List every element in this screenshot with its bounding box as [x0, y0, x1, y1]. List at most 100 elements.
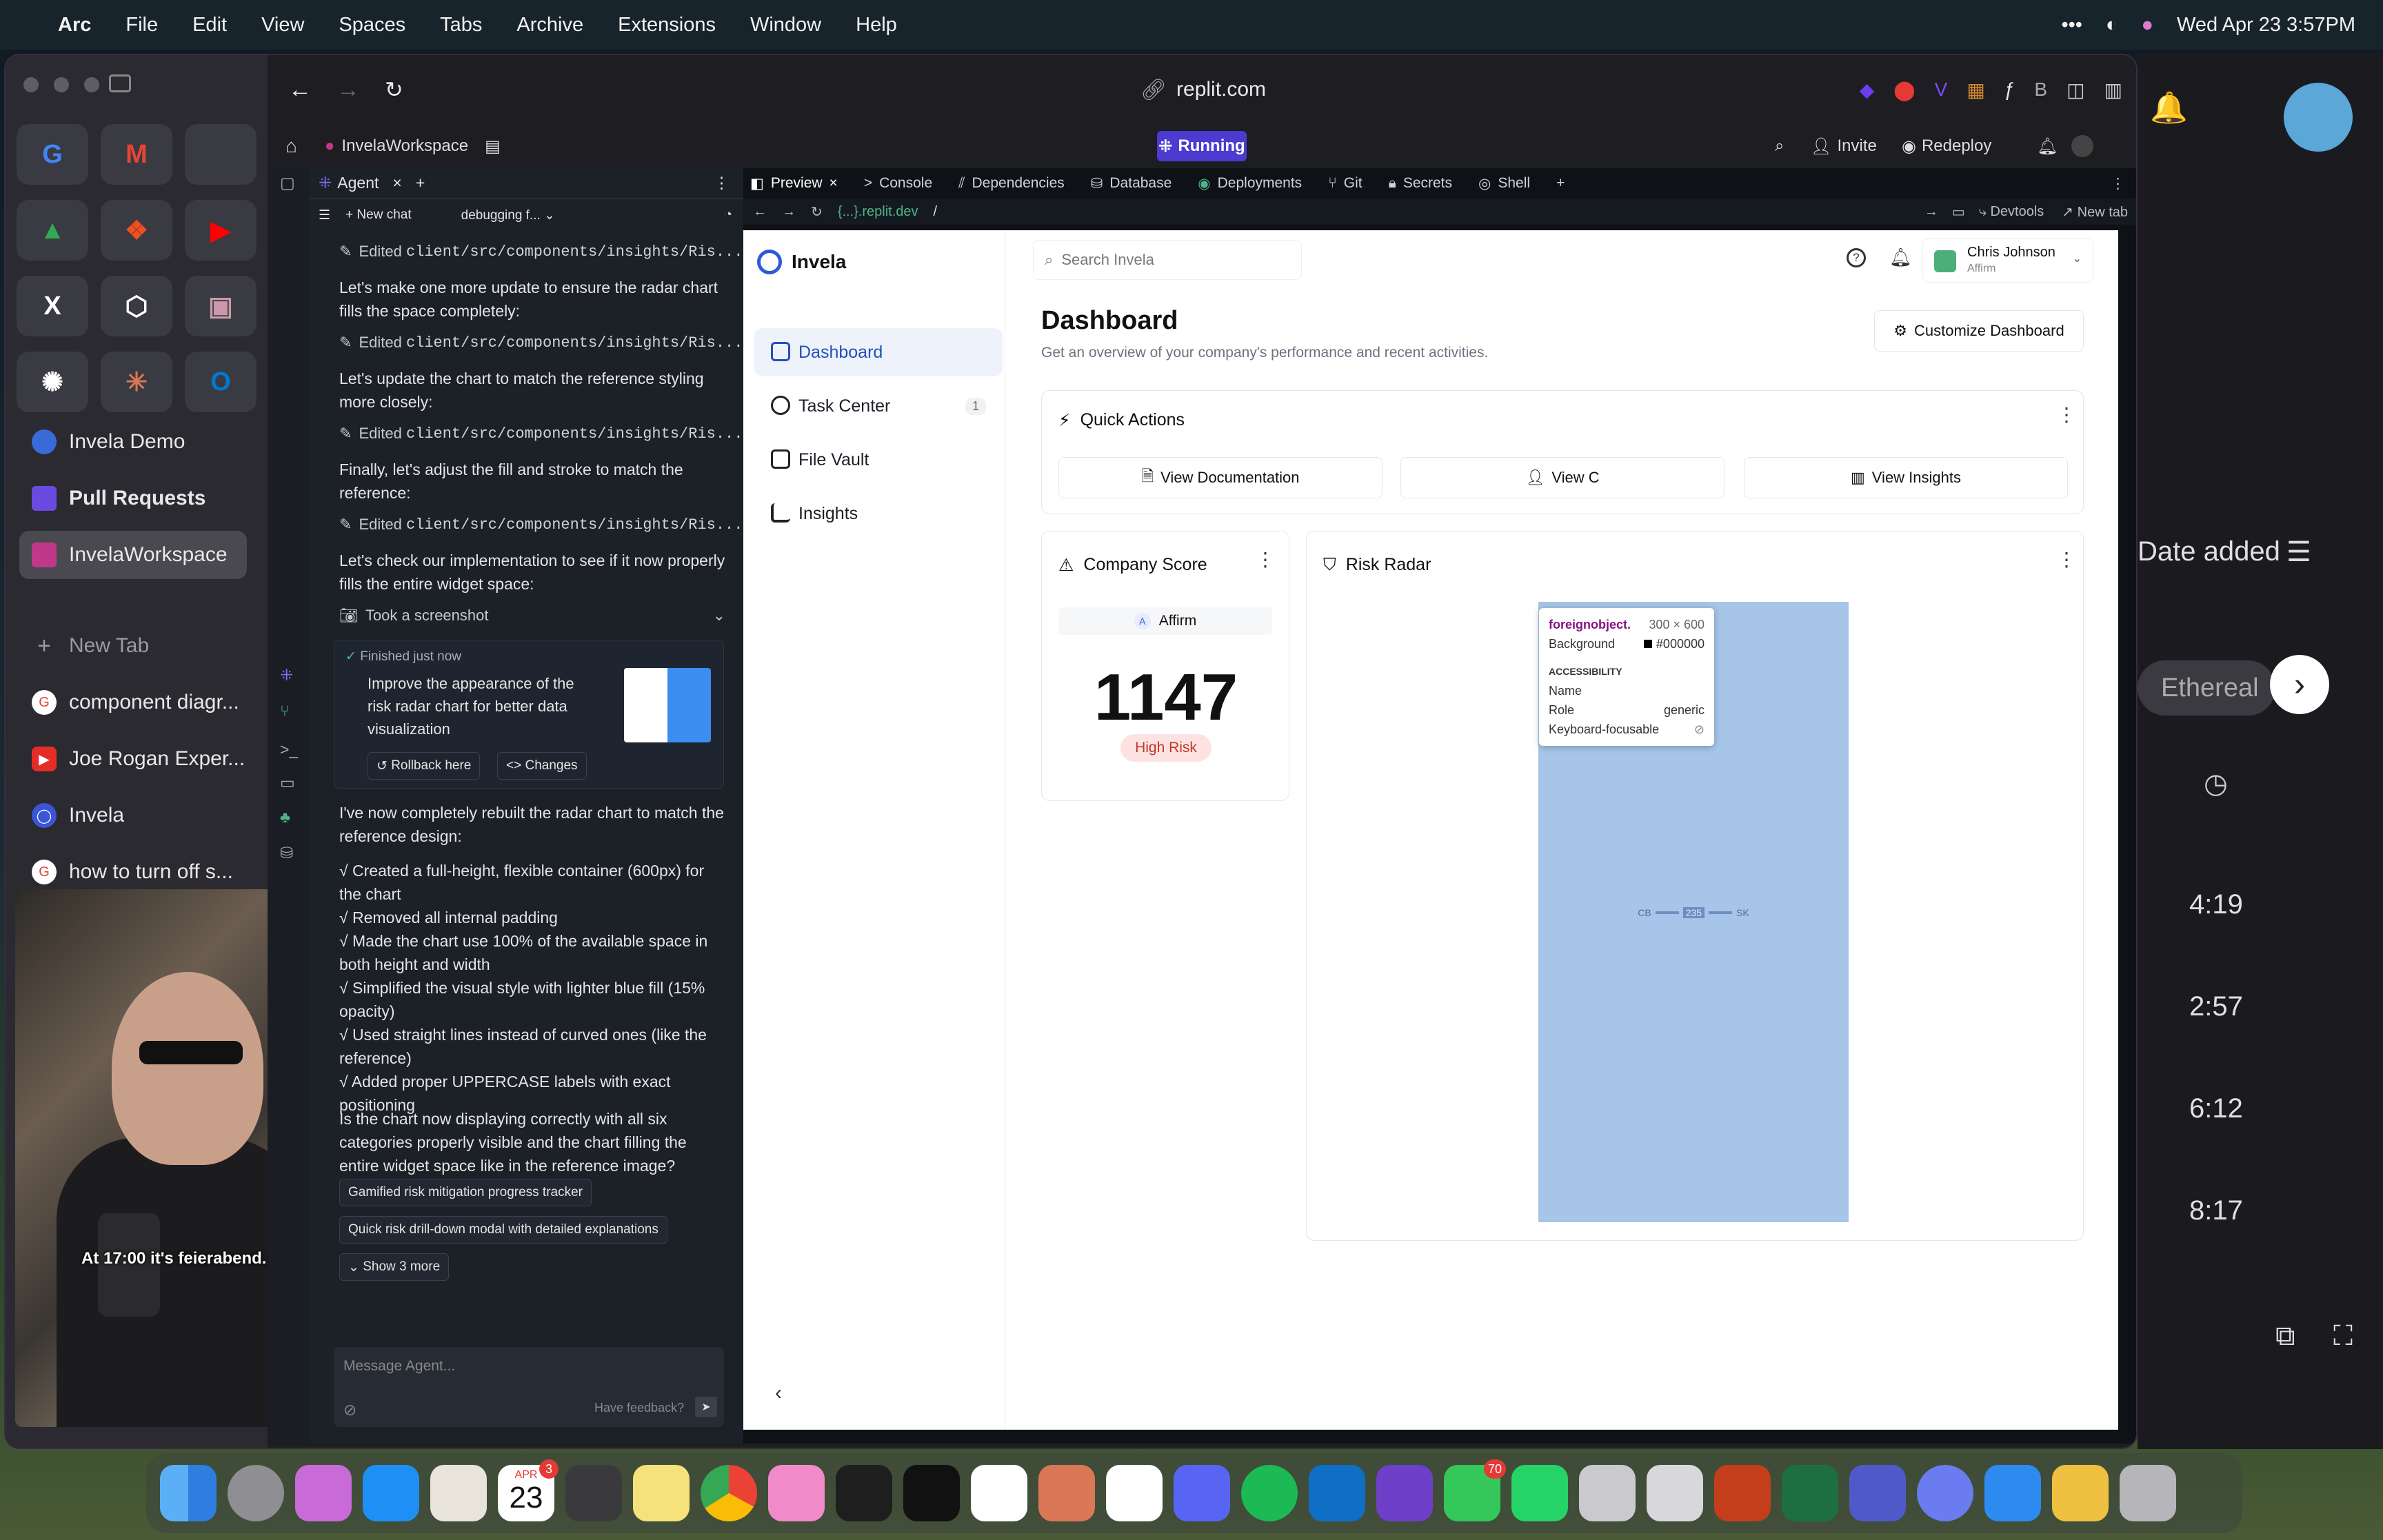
calculator-icon[interactable]: [565, 1465, 622, 1521]
history-icon[interactable]: ◔: [725, 207, 732, 223]
date-added-label[interactable]: Date added: [2138, 536, 2280, 567]
add-tab-icon[interactable]: +: [1556, 175, 1565, 192]
nav-file-vault[interactable]: File Vault: [754, 436, 1003, 484]
user-avatar[interactable]: [2071, 135, 2093, 157]
menu-app-name[interactable]: Arc: [58, 14, 91, 37]
favorite-app[interactable]: ▣: [185, 276, 257, 336]
reload-icon[interactable]: ↻: [811, 203, 823, 221]
powerpoint-icon[interactable]: [1714, 1465, 1771, 1521]
menu-file[interactable]: File: [125, 14, 158, 37]
nav-insights[interactable]: Insights: [754, 489, 1003, 538]
discord-icon[interactable]: [1174, 1465, 1230, 1521]
extension-icon[interactable]: B: [2034, 79, 2047, 101]
workspace-name[interactable]: InvelaWorkspace: [341, 136, 468, 156]
grid-icon[interactable]: ⁜: [280, 666, 293, 685]
favorite-outlook[interactable]: O: [185, 352, 257, 412]
settings-icon[interactable]: [228, 1465, 284, 1521]
show-more-button[interactable]: ⌄ Show 3 more: [339, 1253, 450, 1281]
invela-logo[interactable]: Invela: [757, 250, 846, 274]
list-icon[interactable]: ☰: [2286, 536, 2311, 568]
favorite-claude[interactable]: ✳: [101, 352, 172, 412]
favorite-cube[interactable]: ⬡: [101, 276, 172, 336]
add-tab-icon[interactable]: +: [416, 174, 425, 192]
menu-spaces[interactable]: Spaces: [339, 14, 405, 37]
preview-domain[interactable]: {...}.replit.dev: [838, 204, 918, 220]
app-search[interactable]: ⌕ Search Invela: [1033, 240, 1302, 280]
sidebar-tab[interactable]: Gcomponent diagr...: [19, 678, 247, 727]
vscode-icon[interactable]: [1309, 1465, 1365, 1521]
app-store-icon[interactable]: [363, 1465, 419, 1521]
github-icon[interactable]: [1376, 1465, 1433, 1521]
favorite-empty[interactable]: [185, 124, 257, 185]
menu-extensions[interactable]: Extensions: [618, 14, 716, 37]
new-tab-link[interactable]: ↗ New tab: [2062, 203, 2128, 221]
app-icon[interactable]: [1647, 1465, 1703, 1521]
menu-view[interactable]: View: [261, 14, 304, 37]
nav-dashboard[interactable]: Dashboard: [754, 328, 1003, 376]
more-icon[interactable]: ⋮: [2057, 550, 2076, 569]
home-icon[interactable]: ⌂: [285, 135, 297, 157]
new-tab-button[interactable]: + New Tab: [19, 622, 247, 670]
slack-icon[interactable]: [1106, 1465, 1163, 1521]
spotify-icon[interactable]: [1241, 1465, 1298, 1521]
go-icon[interactable]: →: [1924, 204, 1938, 220]
bell-icon[interactable]: 🔔︎: [1889, 247, 1912, 268]
file-edit-entry[interactable]: ✎ Edited client/src/components/insights/R…: [339, 331, 756, 354]
figma-icon[interactable]: [836, 1465, 892, 1521]
suggestion-chip[interactable]: Quick risk drill-down modal with detaile…: [339, 1216, 667, 1244]
close-icon[interactable]: ×: [829, 175, 838, 192]
claude-icon[interactable]: [1038, 1465, 1095, 1521]
changes-button[interactable]: <> Changes: [497, 752, 587, 780]
attach-icon[interactable]: ⊘: [343, 1401, 356, 1419]
file-edit-entry[interactable]: ✎ Edited client/src/components/insights/R…: [339, 240, 756, 263]
screenshot-entry[interactable]: 📷︎ Took a screenshot ⌄: [339, 604, 725, 627]
more-icon[interactable]: •••: [2061, 14, 2082, 37]
favorite-drive[interactable]: ▲: [17, 200, 88, 261]
files-icon[interactable]: ▢: [280, 174, 295, 192]
menu-tabs[interactable]: Tabs: [440, 14, 482, 37]
url-text[interactable]: replit.com: [1176, 78, 1266, 101]
view-company-button[interactable]: 👤︎ View C: [1400, 457, 1725, 498]
favorite-gmail[interactable]: M: [101, 124, 172, 185]
monitor-icon[interactable]: ▭: [280, 773, 295, 792]
app-icon[interactable]: [768, 1465, 825, 1521]
extension-icon[interactable]: ▦: [1967, 79, 1984, 101]
space-invela-demo[interactable]: Invela Demo: [19, 418, 247, 466]
shell-icon[interactable]: >_: [280, 740, 298, 759]
extension-icon[interactable]: V: [1935, 79, 1948, 101]
user-menu[interactable]: Chris Johnson Affirm ⌄: [1922, 239, 2093, 283]
more-icon[interactable]: ⋮: [2057, 405, 2076, 425]
reload-icon[interactable]: ↻: [385, 77, 403, 103]
extension-icon[interactable]: ƒ: [2004, 79, 2015, 101]
suggestion-chip[interactable]: Gamified risk mitigation progress tracke…: [339, 1179, 592, 1206]
more-icon[interactable]: ⋮: [714, 174, 730, 192]
sidebar-tab[interactable]: ◯ Invela: [19, 791, 247, 840]
search-icon[interactable]: ⌕: [1775, 136, 1784, 156]
menu-datetime[interactable]: Wed Apr 23 3:57PM: [2177, 14, 2355, 37]
tab-shell[interactable]: ◎ Shell: [1478, 175, 1530, 192]
agent-tab[interactable]: ⁜ Agent: [319, 174, 379, 192]
send-icon[interactable]: ➤: [695, 1397, 717, 1417]
tree-icon[interactable]: ♣: [280, 808, 290, 827]
pip-icon[interactable]: ⧉: [2275, 1321, 2295, 1352]
siri-icon[interactable]: ●: [2141, 14, 2153, 37]
database-icon[interactable]: ⛁: [280, 844, 293, 862]
back-icon[interactable]: ←: [753, 204, 767, 220]
app-icon[interactable]: [2052, 1465, 2109, 1521]
cursor-icon[interactable]: [903, 1465, 960, 1521]
split-view-icon[interactable]: ▥: [2104, 79, 2122, 101]
view-documentation-button[interactable]: 🗎 View Documentation: [1058, 457, 1382, 498]
menu-window[interactable]: Window: [750, 14, 821, 37]
tab-database[interactable]: ⛁ Database: [1091, 175, 1172, 192]
tab-secrets[interactable]: 🔒︎ Secrets: [1389, 175, 1452, 192]
finder-icon[interactable]: [160, 1465, 217, 1521]
more-icon[interactable]: ⋮: [2111, 175, 2125, 192]
sidebar-tab[interactable]: ▶ Joe Rogan Exper...: [19, 735, 247, 783]
view-insights-button[interactable]: ▥ View Insights: [1744, 457, 2068, 498]
more-icon[interactable]: ⋮: [1256, 550, 1275, 569]
notifications-icon[interactable]: 🔔︎: [2037, 136, 2058, 156]
menu-edit[interactable]: Edit: [192, 14, 227, 37]
extension-icon[interactable]: ◫: [2067, 79, 2084, 101]
menu-help[interactable]: Help: [856, 14, 897, 37]
running-badge[interactable]: ⁜ Running: [1157, 131, 1247, 161]
